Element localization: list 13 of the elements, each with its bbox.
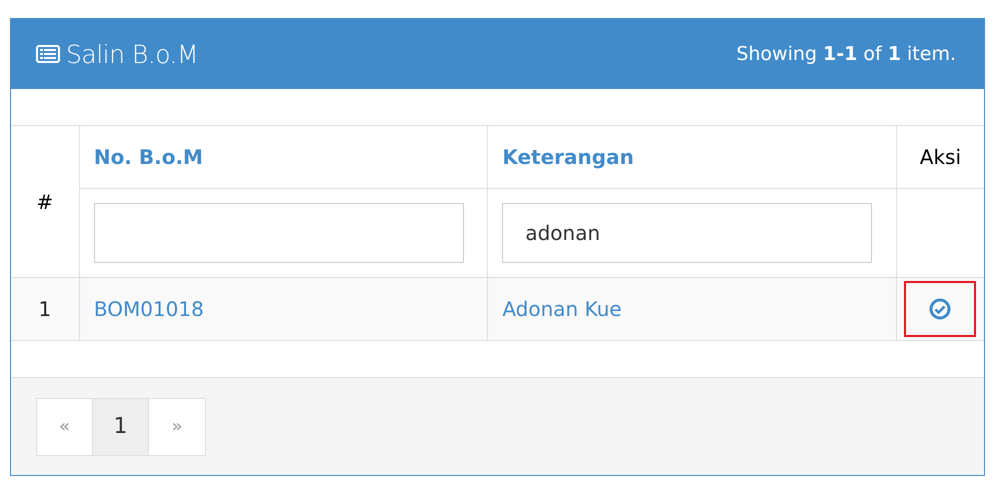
panel-title: Salin B.o.M — [66, 40, 198, 68]
filter-field[interactable] — [94, 203, 464, 263]
table-cell[interactable]: Adonan Kue — [488, 278, 896, 340]
filter-field[interactable]: adonan — [502, 203, 872, 263]
list-icon — [36, 45, 60, 63]
column-header[interactable]: No. B.o.M — [79, 126, 488, 188]
page-button[interactable]: 1 — [93, 398, 149, 454]
column-header: Aksi — [896, 126, 984, 188]
check-circle-icon[interactable] — [929, 298, 952, 320]
table-cell[interactable]: BOM01018 — [79, 278, 488, 340]
column-header[interactable]: Keterangan — [488, 126, 896, 188]
table-cell: 1 — [11, 278, 80, 340]
summary-text: Showing 1-1 of 1 item. — [736, 43, 956, 65]
